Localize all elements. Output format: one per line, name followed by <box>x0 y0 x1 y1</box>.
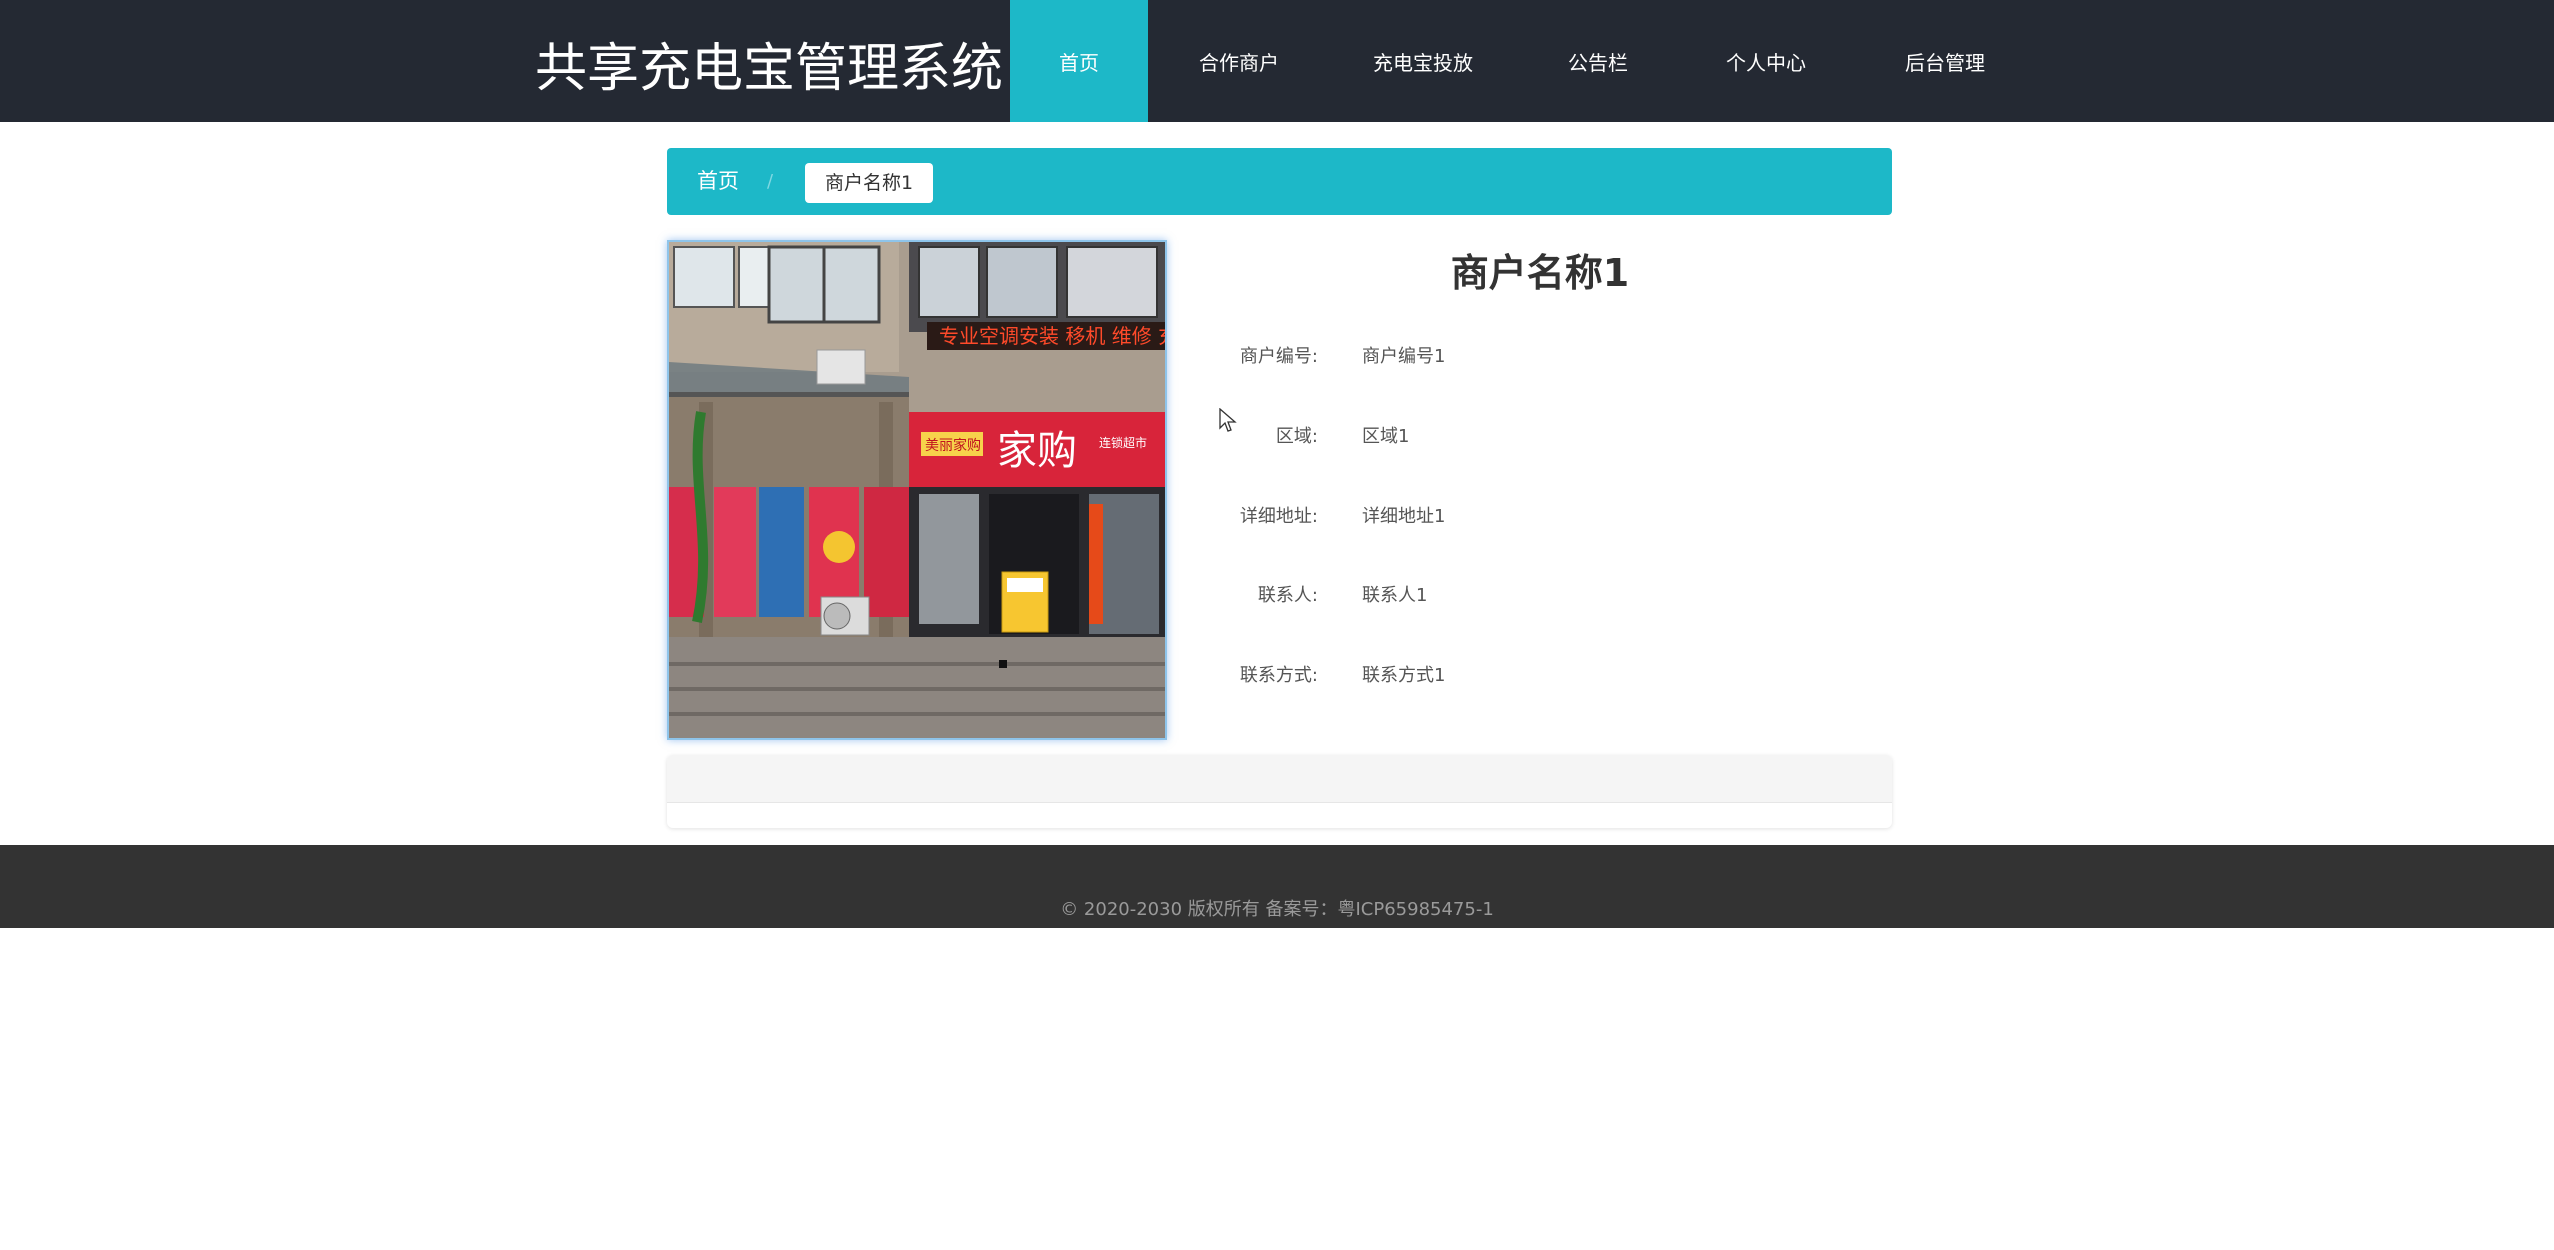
top-navigation-bar: 共享充电宝管理系统 首页 合作商户 充电宝投放 公告栏 个人中心 后台管理 <box>0 0 2554 122</box>
mouse-cursor-icon <box>1219 407 1237 438</box>
nav-item-personal-center[interactable]: 个人中心 <box>1680 0 1852 122</box>
field-value-region: 区域1 <box>1362 426 1410 447</box>
photo-store-logo: 家购 <box>997 428 1077 474</box>
footer: © 2020-2030 版权所有 备案号：粤ICP65985475-1 <box>0 845 2554 928</box>
field-value-address: 详细地址1 <box>1362 506 1446 527</box>
breadcrumb: 首页 / 商户名称1 <box>667 148 1892 215</box>
field-label-region: 区域: <box>1275 426 1318 447</box>
merchant-photo: 专业空调安装 移机 维修 充 美丽家购 家购 连锁超市 <box>667 240 1167 740</box>
breadcrumb-separator: / <box>767 171 774 192</box>
site-title: 共享充电宝管理系统 <box>535 39 1004 99</box>
nav-item-powerbank-deploy[interactable]: 充电宝投放 <box>1330 0 1516 122</box>
field-label-contact-method: 联系方式: <box>1239 665 1318 686</box>
nav-item-admin[interactable]: 后台管理 <box>1852 0 2038 122</box>
field-value-contact-method: 联系方式1 <box>1362 665 1446 686</box>
detail-content-panel <box>667 755 1892 828</box>
nav-item-notice-board[interactable]: 公告栏 <box>1516 0 1680 122</box>
detail-panel-header <box>667 755 1892 803</box>
photo-led-text: 专业空调安装 移机 维修 充 <box>939 324 1165 348</box>
merchant-name-title: 商户名称1 <box>1450 251 1630 295</box>
footer-copyright: © 2020-2030 版权所有 备案号：粤ICP65985475-1 <box>1060 899 1494 920</box>
nav-item-home[interactable]: 首页 <box>1010 0 1148 122</box>
field-label-address: 详细地址: <box>1239 506 1318 527</box>
nav-item-merchants[interactable]: 合作商户 <box>1148 0 1330 122</box>
field-label-contact-person: 联系人: <box>1257 585 1318 606</box>
photo-store-tag: 美丽家购 <box>925 437 981 454</box>
photo-store-right: 连锁超市 <box>1099 435 1147 450</box>
breadcrumb-home-link[interactable]: 首页 <box>697 148 739 215</box>
main-nav: 首页 合作商户 充电宝投放 公告栏 个人中心 后台管理 <box>1010 0 2038 122</box>
field-value-contact-person: 联系人1 <box>1362 585 1428 606</box>
breadcrumb-current: 商户名称1 <box>805 163 934 203</box>
field-value-merchant-id: 商户编号1 <box>1362 346 1446 367</box>
field-label-merchant-id: 商户编号: <box>1239 346 1318 367</box>
